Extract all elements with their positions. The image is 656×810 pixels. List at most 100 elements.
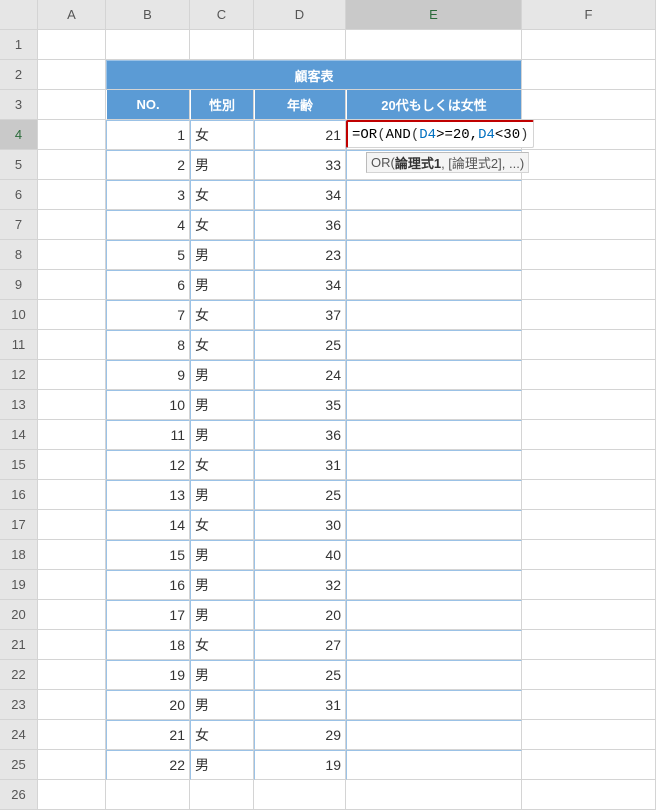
cell-F2[interactable] [522, 60, 656, 90]
row-header-26[interactable]: 26 [0, 780, 38, 810]
cell-F12[interactable] [522, 360, 656, 390]
cell-F24[interactable] [522, 720, 656, 750]
cell-C8[interactable]: 男 [190, 240, 254, 270]
cell-B7[interactable]: 4 [106, 210, 190, 240]
cell-F8[interactable] [522, 240, 656, 270]
cell-D7[interactable]: 36 [254, 210, 346, 240]
cell-F15[interactable] [522, 450, 656, 480]
cell-E12[interactable] [346, 360, 522, 390]
cell-A12[interactable] [38, 360, 106, 390]
cell-D10[interactable]: 37 [254, 300, 346, 330]
cell-C17[interactable]: 女 [190, 510, 254, 540]
cell-A8[interactable] [38, 240, 106, 270]
cell-A3[interactable] [38, 90, 106, 120]
row-header-24[interactable]: 24 [0, 720, 38, 750]
cell-A25[interactable] [38, 750, 106, 780]
row-header-10[interactable]: 10 [0, 300, 38, 330]
col-header-C[interactable]: C [190, 0, 254, 30]
cell-F23[interactable] [522, 690, 656, 720]
cell-F18[interactable] [522, 540, 656, 570]
cell-B15[interactable]: 12 [106, 450, 190, 480]
cell-D20[interactable]: 20 [254, 600, 346, 630]
cell-F3[interactable] [522, 90, 656, 120]
cell-C20[interactable]: 男 [190, 600, 254, 630]
col-header-B[interactable]: B [106, 0, 190, 30]
cell-E17[interactable] [346, 510, 522, 540]
cell-F5[interactable] [522, 150, 656, 180]
cell-C18[interactable]: 男 [190, 540, 254, 570]
cell-C13[interactable]: 男 [190, 390, 254, 420]
cell-F7[interactable] [522, 210, 656, 240]
cell-B6[interactable]: 3 [106, 180, 190, 210]
cell-A4[interactable] [38, 120, 106, 150]
cell-F19[interactable] [522, 570, 656, 600]
cell-B25[interactable]: 22 [106, 750, 190, 780]
cell-D1[interactable] [254, 30, 346, 60]
cell-E1[interactable] [346, 30, 522, 60]
cell-C25[interactable]: 男 [190, 750, 254, 780]
cell-F4[interactable] [522, 120, 656, 150]
cell-E24[interactable] [346, 720, 522, 750]
col-header-F[interactable]: F [522, 0, 656, 30]
row-header-22[interactable]: 22 [0, 660, 38, 690]
row-header-2[interactable]: 2 [0, 60, 38, 90]
cell-D18[interactable]: 40 [254, 540, 346, 570]
row-header-17[interactable]: 17 [0, 510, 38, 540]
row-header-11[interactable]: 11 [0, 330, 38, 360]
cell-F17[interactable] [522, 510, 656, 540]
cell-E22[interactable] [346, 660, 522, 690]
col-header-E[interactable]: E [346, 0, 522, 30]
cell-C10[interactable]: 女 [190, 300, 254, 330]
select-all-corner[interactable] [0, 0, 38, 30]
cell-E23[interactable] [346, 690, 522, 720]
cell-D8[interactable]: 23 [254, 240, 346, 270]
cell-B18[interactable]: 15 [106, 540, 190, 570]
cell-E21[interactable] [346, 630, 522, 660]
cell-E16[interactable] [346, 480, 522, 510]
cell-B13[interactable]: 10 [106, 390, 190, 420]
cell-E11[interactable] [346, 330, 522, 360]
cell-A16[interactable] [38, 480, 106, 510]
cell-A10[interactable] [38, 300, 106, 330]
cell-B23[interactable]: 20 [106, 690, 190, 720]
cell-D12[interactable]: 24 [254, 360, 346, 390]
cell-A5[interactable] [38, 150, 106, 180]
cell-A11[interactable] [38, 330, 106, 360]
cell-D26[interactable] [254, 780, 346, 810]
cell-D5[interactable]: 33 [254, 150, 346, 180]
cell-A7[interactable] [38, 210, 106, 240]
cell-D21[interactable]: 27 [254, 630, 346, 660]
cell-A24[interactable] [38, 720, 106, 750]
cell-A9[interactable] [38, 270, 106, 300]
cell-A22[interactable] [38, 660, 106, 690]
cell-B20[interactable]: 17 [106, 600, 190, 630]
cell-D22[interactable]: 25 [254, 660, 346, 690]
cell-A23[interactable] [38, 690, 106, 720]
cell-F10[interactable] [522, 300, 656, 330]
cell-A13[interactable] [38, 390, 106, 420]
cell-C1[interactable] [190, 30, 254, 60]
cell-D6[interactable]: 34 [254, 180, 346, 210]
cell-A14[interactable] [38, 420, 106, 450]
row-header-23[interactable]: 23 [0, 690, 38, 720]
cell-F26[interactable] [522, 780, 656, 810]
cell-B17[interactable]: 14 [106, 510, 190, 540]
row-header-3[interactable]: 3 [0, 90, 38, 120]
row-header-21[interactable]: 21 [0, 630, 38, 660]
row-header-4[interactable]: 4 [0, 120, 38, 150]
cell-B24[interactable]: 21 [106, 720, 190, 750]
cell-E6[interactable] [346, 180, 522, 210]
cell-F9[interactable] [522, 270, 656, 300]
cell-A15[interactable] [38, 450, 106, 480]
row-header-5[interactable]: 5 [0, 150, 38, 180]
cell-B9[interactable]: 6 [106, 270, 190, 300]
cell-B16[interactable]: 13 [106, 480, 190, 510]
cell-A20[interactable] [38, 600, 106, 630]
cell-D11[interactable]: 25 [254, 330, 346, 360]
cell-C11[interactable]: 女 [190, 330, 254, 360]
cell-B12[interactable]: 9 [106, 360, 190, 390]
cell-C16[interactable]: 男 [190, 480, 254, 510]
cell-B5[interactable]: 2 [106, 150, 190, 180]
cell-F14[interactable] [522, 420, 656, 450]
col-header-A[interactable]: A [38, 0, 106, 30]
